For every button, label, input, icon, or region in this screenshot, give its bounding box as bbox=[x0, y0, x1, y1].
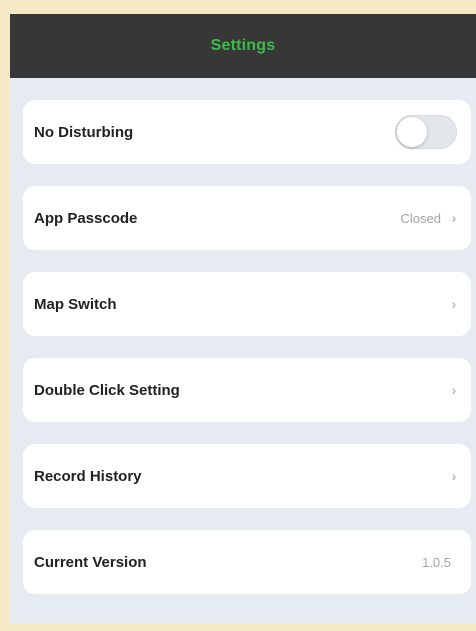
settings-row-double-click-setting[interactable]: Double Click Setting › bbox=[23, 358, 471, 422]
current-version-label: Current Version bbox=[34, 553, 147, 571]
current-version-value: 1.0.5 bbox=[422, 554, 451, 570]
navigation-bar: Settings bbox=[10, 14, 476, 78]
chevron-right-icon: › bbox=[451, 468, 457, 484]
settings-row-app-passcode[interactable]: App Passcode Closed › bbox=[23, 186, 471, 250]
app-passcode-value: Closed bbox=[400, 210, 441, 226]
settings-row-record-history[interactable]: Record History › bbox=[23, 444, 471, 508]
map-switch-label: Map Switch bbox=[34, 295, 117, 313]
chevron-right-icon: › bbox=[451, 382, 457, 398]
chevron-right-icon: › bbox=[451, 296, 457, 312]
settings-list: No Disturbing App Passcode Closed › Map … bbox=[10, 78, 476, 624]
no-disturbing-label: No Disturbing bbox=[34, 123, 134, 141]
settings-row-map-switch[interactable]: Map Switch › bbox=[23, 272, 471, 336]
settings-row-current-version: Current Version 1.0.5 bbox=[23, 530, 471, 594]
toggle-knob bbox=[397, 117, 427, 147]
app-passcode-label: App Passcode bbox=[34, 209, 138, 227]
settings-screen: Settings No Disturbing App Passcode Clos… bbox=[10, 14, 476, 624]
settings-row-no-disturbing[interactable]: No Disturbing bbox=[23, 100, 471, 164]
double-click-setting-label: Double Click Setting bbox=[34, 381, 180, 399]
no-disturbing-toggle[interactable] bbox=[395, 115, 457, 149]
chevron-right-icon: › bbox=[451, 210, 457, 226]
record-history-label: Record History bbox=[34, 467, 142, 485]
page-title: Settings bbox=[210, 37, 276, 54]
